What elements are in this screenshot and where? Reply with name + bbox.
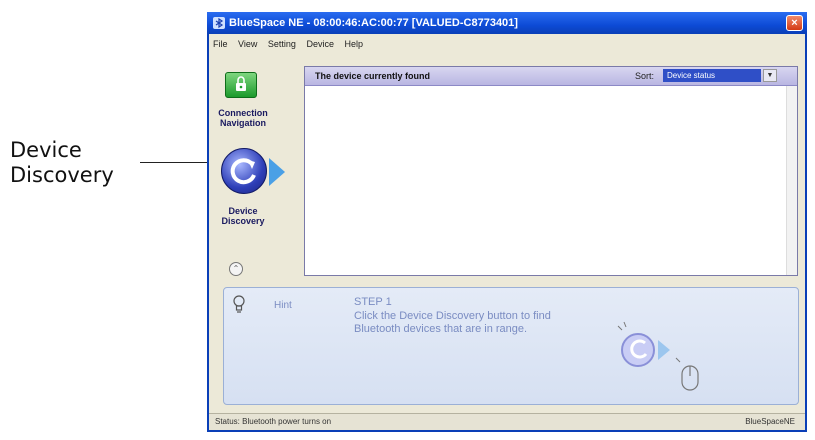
hint-label: Hint (274, 300, 292, 311)
chevron-down-icon[interactable]: ▼ (763, 69, 777, 82)
arrow-right-icon (269, 158, 285, 186)
device-discovery-callout: Device Discovery (10, 138, 114, 187)
connection-navigation-button[interactable] (225, 72, 257, 98)
hint-text: Click the Device Discovery button to fin… (354, 310, 551, 335)
menu-bar: File View Setting Device Help (209, 36, 805, 52)
chevron-up-icon[interactable]: ⌃ (229, 262, 243, 276)
refresh-icon (230, 158, 256, 185)
menu-setting[interactable]: Setting (264, 36, 300, 52)
device-list-scrollbar[interactable] (786, 86, 797, 275)
device-panel-header: The device currently found Sort: Device … (305, 67, 797, 86)
hint-click-illustration (617, 321, 699, 391)
lock-icon (236, 76, 246, 91)
sort-select[interactable]: Device status (663, 69, 761, 82)
bluetooth-app-icon (213, 17, 225, 29)
device-list-panel: The device currently found Sort: Device … (304, 66, 798, 276)
title-bar: BlueSpace NE - 08:00:46:AC:00:77 [VALUED… (207, 12, 807, 34)
status-text: Status: Bluetooth power turns on (215, 417, 332, 426)
menu-file[interactable]: File (209, 36, 232, 52)
menu-help[interactable]: Help (340, 36, 367, 52)
device-discovery-button[interactable] (221, 148, 267, 194)
status-app-name: BlueSpaceNE (745, 417, 795, 426)
status-bar: Status: Bluetooth power turns on BlueSpa… (209, 413, 805, 430)
connection-navigation-label: Connection Navigation (218, 108, 268, 128)
app-window: BlueSpace NE - 08:00:46:AC:00:77 [VALUED… (207, 12, 807, 432)
menu-view[interactable]: View (234, 36, 261, 52)
hint-step: STEP 1 (354, 296, 392, 308)
sort-label: Sort: (635, 71, 655, 81)
device-discovery-label: Device Discovery (221, 206, 265, 226)
menu-device[interactable]: Device (302, 36, 338, 52)
device-panel-title: The device currently found (315, 71, 431, 81)
window-title: BlueSpace NE - 08:00:46:AC:00:77 [VALUED… (229, 17, 518, 29)
close-button[interactable]: × (786, 15, 803, 31)
hint-panel: Hint STEP 1 Click the Device Discovery b… (223, 287, 799, 405)
lightbulb-icon (233, 295, 245, 313)
